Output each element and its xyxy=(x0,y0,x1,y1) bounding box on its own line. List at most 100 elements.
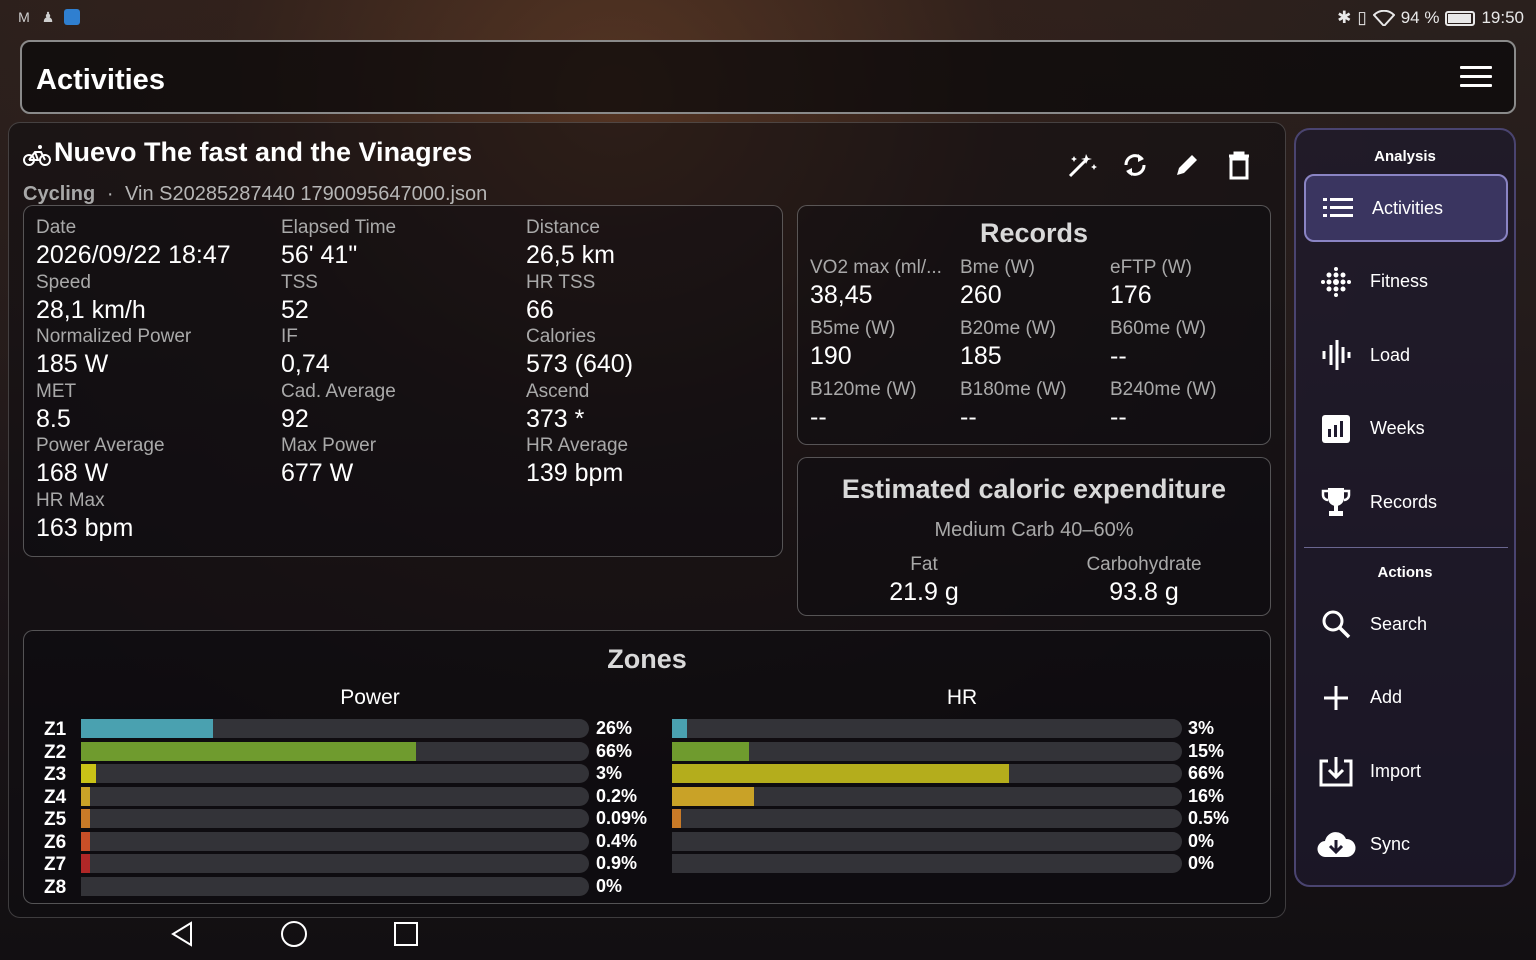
edit-icon[interactable] xyxy=(1169,147,1205,183)
stat-label: Speed xyxy=(36,271,91,293)
menu-icon[interactable] xyxy=(1460,66,1492,90)
stat-value: 26,5 km xyxy=(526,241,615,269)
record-label: VO2 max (ml/... xyxy=(810,257,942,278)
bluetooth-icon: ✱ xyxy=(1337,8,1352,27)
nav-item-label: Load xyxy=(1370,344,1411,365)
records-panel: Records VO2 max (ml/... 38,45 Bme (W) 260 eF… xyxy=(797,205,1271,445)
hr-zone-track xyxy=(672,741,1182,761)
stat-value: 677 W xyxy=(281,459,354,487)
record-stat: Bme (W) 260 xyxy=(960,256,1108,310)
import-icon xyxy=(1314,755,1358,787)
delete-icon[interactable] xyxy=(1221,147,1257,183)
subtitle-separator: · xyxy=(106,183,114,205)
stat-value: 56' 41" xyxy=(281,241,358,269)
activity-summary: Date 2026/09/22 18:47 Speed 28,1 km/h Normal… xyxy=(23,205,783,557)
stat-label: TSS xyxy=(281,271,318,293)
activity-header: Nuevo The fast and the Vinagres Cycling … xyxy=(23,135,1263,205)
zone-label: Z7 xyxy=(44,854,67,875)
action-label: Search xyxy=(1370,613,1428,634)
record-label: B180me (W) xyxy=(960,379,1067,400)
nav-item-fitness[interactable]: Fitness xyxy=(1304,248,1508,316)
activity-file: Vin S20285287440 1790095647000.json xyxy=(125,183,488,205)
stat-label: Elapsed Time xyxy=(281,217,397,238)
magic-wand-icon[interactable] xyxy=(1065,147,1101,183)
power-zone-track xyxy=(81,741,589,761)
summary-stat: MET 8.5 xyxy=(36,380,276,434)
chart-icon xyxy=(1314,414,1358,443)
caloric-panel: Estimated caloric expenditure Medium Car… xyxy=(797,457,1271,616)
stat-label: Ascend xyxy=(526,380,590,402)
action-label: Sync xyxy=(1370,834,1411,855)
stat-value: 2026/09/22 18:47 xyxy=(36,241,231,269)
bicycle-icon xyxy=(23,145,51,166)
nav-item-records[interactable]: Records xyxy=(1304,468,1508,536)
record-value: 190 xyxy=(810,342,852,370)
summary-stat: Normalized Power 185 W xyxy=(36,325,276,379)
hr-zone-bar xyxy=(672,741,749,761)
stat-label: HR TSS xyxy=(526,271,596,293)
home-icon[interactable] xyxy=(272,912,316,956)
zone-label: Z1 xyxy=(44,719,67,740)
hr-zone-bar xyxy=(672,786,754,806)
zone-label: Z3 xyxy=(44,764,67,785)
hr-zone-percent: 0% xyxy=(1188,830,1215,851)
fat-value: 21.9 g xyxy=(889,578,959,606)
stat-label: Max Power xyxy=(281,435,377,456)
caloric-subtitle: Medium Carb 40–60% xyxy=(934,519,1134,541)
list-icon xyxy=(1316,197,1360,219)
recents-icon[interactable] xyxy=(384,912,428,956)
record-value: -- xyxy=(1110,342,1127,370)
hr-zone-track xyxy=(672,719,1182,738)
activity-actions xyxy=(1065,147,1257,183)
vibrate-icon: ▯ xyxy=(1357,8,1367,27)
hr-zone-percent: 66% xyxy=(1188,763,1225,783)
nav-item-activities[interactable]: Activities xyxy=(1304,174,1508,242)
stat-value: 573 (640) xyxy=(526,350,634,378)
nav-item-weeks[interactable]: Weeks xyxy=(1304,395,1508,463)
hr-zone-track xyxy=(672,764,1182,783)
power-zone-track xyxy=(81,719,589,738)
power-zone-percent: 0.9% xyxy=(596,853,638,873)
clock: 19:50 xyxy=(1481,8,1524,27)
stat-value: 185 W xyxy=(36,350,109,378)
gmail-icon: M xyxy=(18,9,30,25)
sync-icon[interactable] xyxy=(1117,147,1153,183)
record-stat: B20me (W) 185 xyxy=(960,317,1108,371)
record-stat: B180me (W) -- xyxy=(960,378,1108,432)
action-import[interactable]: Import xyxy=(1304,737,1508,805)
nav-item-load[interactable]: Load xyxy=(1304,321,1508,389)
power-zone-percent: 0.09% xyxy=(596,808,648,828)
power-zone-percent: 0% xyxy=(596,875,623,896)
power-zone-percent: 3% xyxy=(596,763,623,783)
zone-labels: Z1 Z2 Z3 Z4 Z5 Z6 Z7 Z8 xyxy=(44,719,66,899)
battery-level xyxy=(1448,13,1471,23)
trophy-icon xyxy=(1314,486,1358,518)
system-navigation-bar xyxy=(140,912,440,956)
stat-label: Power Average xyxy=(36,435,165,456)
power-zones-heading: Power xyxy=(340,686,400,709)
record-stat: B5me (W) 190 xyxy=(810,317,958,371)
stat-value: 52 xyxy=(281,295,309,324)
action-sync[interactable]: Sync xyxy=(1304,811,1508,879)
record-stat: B60me (W) -- xyxy=(1110,317,1258,371)
activity-subtitle: Cycling · Vin S20285287440 1790095647000… xyxy=(23,183,487,206)
summary-stat: IF 0,74 xyxy=(281,325,521,379)
system-status: ✱ ▯ 94 % 19:50 xyxy=(1337,8,1524,28)
activity-card: Nuevo The fast and the Vinagres Cycling … xyxy=(8,122,1286,918)
hr-zone-bar xyxy=(672,764,1009,783)
fat-label: Fat xyxy=(910,554,938,575)
action-search[interactable]: Search xyxy=(1304,590,1508,658)
record-value: -- xyxy=(960,403,977,431)
record-value: 260 xyxy=(960,281,1002,309)
record-label: Bme (W) xyxy=(960,257,1035,278)
stat-value: 163 bpm xyxy=(36,513,134,542)
stat-label: Date xyxy=(36,217,77,238)
summary-stat: Elapsed Time 56' 41" xyxy=(281,216,521,270)
back-icon[interactable] xyxy=(160,912,204,956)
record-value: -- xyxy=(810,403,827,431)
action-add[interactable]: Add xyxy=(1304,664,1508,732)
hr-zone-percent: 15% xyxy=(1188,740,1225,761)
power-zone-bar xyxy=(81,764,97,783)
power-zone-track xyxy=(81,764,589,783)
carb-label: Carbohydrate xyxy=(1086,554,1202,575)
